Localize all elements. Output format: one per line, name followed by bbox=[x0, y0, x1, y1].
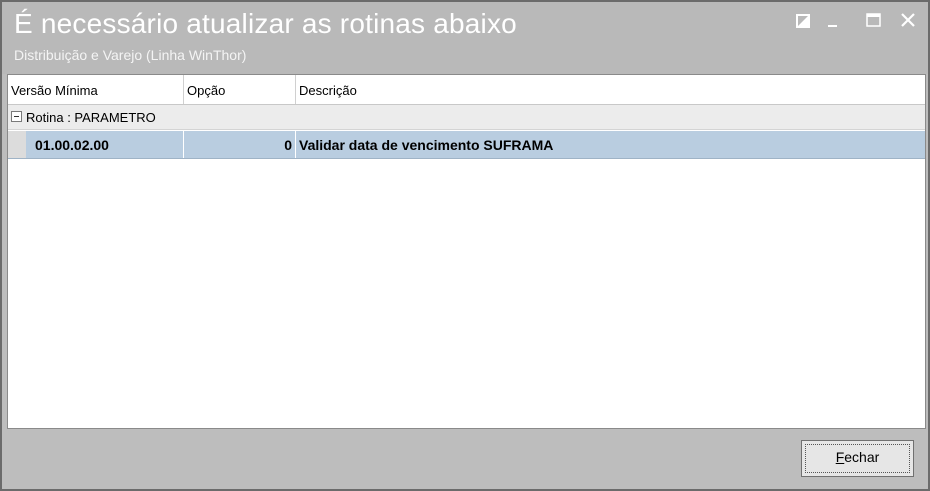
restore-icon[interactable] bbox=[794, 12, 814, 30]
minimize-icon[interactable] bbox=[824, 12, 844, 30]
window-subtitle: Distribuição e Varejo (Linha WinThor) bbox=[14, 47, 247, 63]
group-row[interactable]: Rotina : PARAMETRO bbox=[8, 105, 925, 130]
dialog-footer bbox=[2, 432, 928, 489]
row-indent bbox=[8, 131, 26, 158]
grid-header: Versão Mínima Opção Descrição bbox=[8, 75, 925, 105]
close-icon[interactable] bbox=[898, 12, 918, 30]
close-button-label-rest: echar bbox=[844, 449, 880, 465]
maximize-icon[interactable] bbox=[864, 12, 884, 30]
close-button[interactable]: Fechar bbox=[801, 440, 914, 477]
title-bar[interactable]: É necessário atualizar as rotinas abaixo… bbox=[2, 2, 928, 74]
group-label: Rotina : PARAMETRO bbox=[26, 110, 156, 125]
column-header-versao-minima[interactable]: Versão Mínima bbox=[8, 75, 184, 104]
dialog-window: É necessário atualizar as rotinas abaixo… bbox=[0, 0, 930, 491]
close-button-accelerator: F bbox=[835, 449, 845, 465]
cell-opcao: 0 bbox=[184, 131, 296, 158]
table-row[interactable]: 01.00.02.00 0 Validar data de vencimento… bbox=[8, 131, 925, 159]
window-title: É necessário atualizar as rotinas abaixo bbox=[14, 8, 517, 39]
cell-versao-minima: 01.00.02.00 bbox=[26, 131, 184, 158]
column-header-descricao[interactable]: Descrição bbox=[296, 75, 925, 104]
close-button-label: Fechar bbox=[836, 449, 880, 465]
column-header-opcao[interactable]: Opção bbox=[184, 75, 296, 104]
collapse-icon[interactable] bbox=[11, 111, 22, 122]
routines-grid[interactable]: Versão Mínima Opção Descrição Rotina : P… bbox=[7, 74, 926, 429]
cell-descricao: Validar data de vencimento SUFRAMA bbox=[299, 137, 554, 153]
